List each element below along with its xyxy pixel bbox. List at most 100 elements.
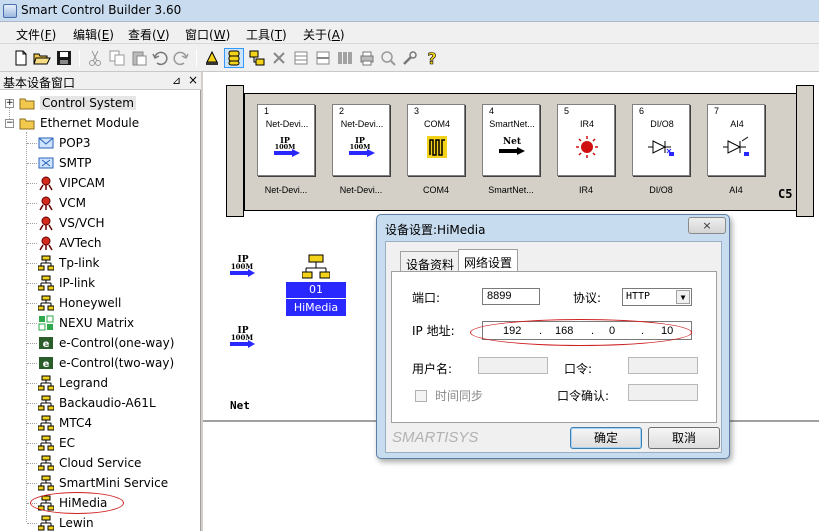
chevron-down-icon[interactable]: ▼ <box>676 290 690 304</box>
protocol-label: 协议: <box>573 291 602 305</box>
tree-item-e-control-one-way[interactable]: e e-Control(one-way) <box>0 333 200 353</box>
panel2-icon[interactable] <box>314 49 332 67</box>
tree-item-ec[interactable]: EC <box>0 433 200 453</box>
close-icon[interactable]: × <box>188 73 198 87</box>
tree-item-label: VIPCAM <box>59 176 105 190</box>
tab-network-settings[interactable]: 网络设置 <box>458 249 519 272</box>
tree-connector <box>27 443 37 444</box>
new-file-icon[interactable] <box>12 49 30 67</box>
tree-item-ethernet-module[interactable]: − Ethernet Module <box>0 113 200 133</box>
tools-icon[interactable] <box>401 49 419 67</box>
ip-100m-icon[interactable]: IP 100M <box>228 253 258 279</box>
panel-icon[interactable] <box>292 49 310 67</box>
tree-item-label: VCM <box>59 196 86 210</box>
tree-item-avtech[interactable]: AVTech <box>0 233 200 253</box>
tree-item-backaudio-a61l[interactable]: Backaudio-A61L <box>0 393 200 413</box>
tree-item-label: POP3 <box>59 136 91 150</box>
rack-card[interactable]: 7 AI4 <box>707 104 765 176</box>
tree-item-nexu-matrix[interactable]: NEXU Matrix <box>0 313 200 333</box>
tree-item-label: SMTP <box>59 156 92 170</box>
open-folder-icon[interactable] <box>33 49 51 67</box>
collapse-icon[interactable]: − <box>5 119 14 128</box>
tree-item-smartmini-service[interactable]: SmartMini Service <box>0 473 200 493</box>
network-device-icon <box>38 435 54 451</box>
port-field[interactable]: 8899 <box>482 288 540 305</box>
zoom-icon[interactable] <box>379 49 397 67</box>
tree-item-vipcam[interactable]: VIPCAM <box>0 173 200 193</box>
tree-connector <box>27 303 37 304</box>
ok-button[interactable]: 确定 <box>570 427 642 449</box>
tree-item-honeywell[interactable]: Honeywell <box>0 293 200 313</box>
tab-device-info[interactable]: 设备资料 <box>400 251 461 273</box>
tree-item-ip-link[interactable]: IP-link <box>0 273 200 293</box>
tree-item-label: Control System <box>40 96 136 110</box>
menu-tools[interactable]: 工具(T) <box>246 26 287 43</box>
card-slot-number: 2 <box>339 106 345 116</box>
tree-item-vcm[interactable]: VCM <box>0 193 200 213</box>
window-title: Smart Control Builder 3.60 <box>21 3 182 17</box>
svg-text:Net: Net <box>503 137 522 147</box>
cut-icon[interactable] <box>86 49 104 67</box>
dialog-body: 设备资料 网络设置 端口: 8899 协议: HTTP ▼ IP 地址: 192… <box>385 241 722 453</box>
dialog-close-button[interactable]: × <box>688 217 726 234</box>
svg-text:e: e <box>43 339 50 350</box>
camera-icon <box>38 215 54 231</box>
barcode-icon[interactable] <box>336 49 354 67</box>
time-sync-checkbox[interactable] <box>415 390 427 402</box>
rack-card[interactable]: 6 DI/O8 <box>632 104 690 176</box>
tree-item-control-system[interactable]: + Control System <box>0 93 200 113</box>
expand-icon[interactable]: + <box>5 99 14 108</box>
redo-icon[interactable] <box>172 49 190 67</box>
rack-card[interactable]: 1 Net-Devi... IP 100M <box>257 104 315 176</box>
database-icon[interactable] <box>224 48 244 68</box>
rack-card[interactable]: 2 Net-Devi... IP 100M <box>332 104 390 176</box>
menu-edit[interactable]: 编辑(E) <box>73 26 114 43</box>
tree-item-e-control-two-way[interactable]: e e-Control(two-way) <box>0 353 200 373</box>
network-device-icon <box>38 415 54 431</box>
menu-about[interactable]: 关于(A) <box>303 26 345 43</box>
cancel-button[interactable]: 取消 <box>648 427 720 449</box>
pin-icon[interactable]: ⊿ <box>172 74 181 87</box>
undo-icon[interactable] <box>151 49 169 67</box>
tree-connector <box>27 343 37 344</box>
dialog-title: 设备设置:HiMedia <box>385 223 486 237</box>
rack-label: C5 <box>778 187 793 201</box>
tree-item-cloud-service[interactable]: Cloud Service <box>0 453 200 473</box>
network-icon[interactable] <box>248 49 266 67</box>
password-label: 口令: <box>564 362 593 376</box>
app-icon <box>3 4 17 18</box>
menu-file[interactable]: 文件(F) <box>16 26 56 43</box>
copy-icon[interactable] <box>108 49 126 67</box>
menu-window[interactable]: 窗口(W) <box>185 26 230 43</box>
rack-card[interactable]: 4 SmartNet... Net <box>482 104 540 176</box>
panel-title-bar: 基本设备窗口 ⊿ × <box>0 72 201 90</box>
paste-icon[interactable] <box>130 49 148 67</box>
tree-item-mtc4[interactable]: MTC4 <box>0 413 200 433</box>
tree-connector <box>27 143 37 144</box>
device-node-himedia[interactable]: 01 HiMedia <box>286 254 346 320</box>
username-field[interactable] <box>478 357 548 374</box>
bell-icon[interactable] <box>203 49 221 67</box>
print-icon[interactable] <box>358 49 376 67</box>
delete-icon[interactable] <box>270 49 288 67</box>
tree-item-label: Backaudio-A61L <box>59 396 156 410</box>
tree-item-vs-vch[interactable]: VS/VCH <box>0 213 200 233</box>
confirm-password-field[interactable] <box>628 384 698 401</box>
tree-item-smtp[interactable]: SMTP <box>0 153 200 173</box>
tree-item-label: IP-link <box>59 276 96 290</box>
tree-connector <box>27 163 37 164</box>
rack-card[interactable]: 3 COM4 <box>407 104 465 176</box>
tree-connector <box>27 423 37 424</box>
save-icon[interactable] <box>55 49 73 67</box>
protocol-select[interactable]: HTTP ▼ <box>622 288 692 306</box>
help-icon[interactable]: ? <box>423 49 441 67</box>
ip-100m-icon[interactable]: IP 100M <box>228 324 258 350</box>
network-device-icon <box>38 395 54 411</box>
rack-card[interactable]: 5 IR4 <box>557 104 615 176</box>
menu-view[interactable]: 查看(V) <box>128 26 170 43</box>
password-field[interactable] <box>628 357 698 374</box>
tree-item-tp-link[interactable]: Tp-link <box>0 253 200 273</box>
tree-item-legrand[interactable]: Legrand <box>0 373 200 393</box>
tree-item-lewin[interactable]: Lewin <box>0 513 200 531</box>
tree-item-pop3[interactable]: POP3 <box>0 133 200 153</box>
